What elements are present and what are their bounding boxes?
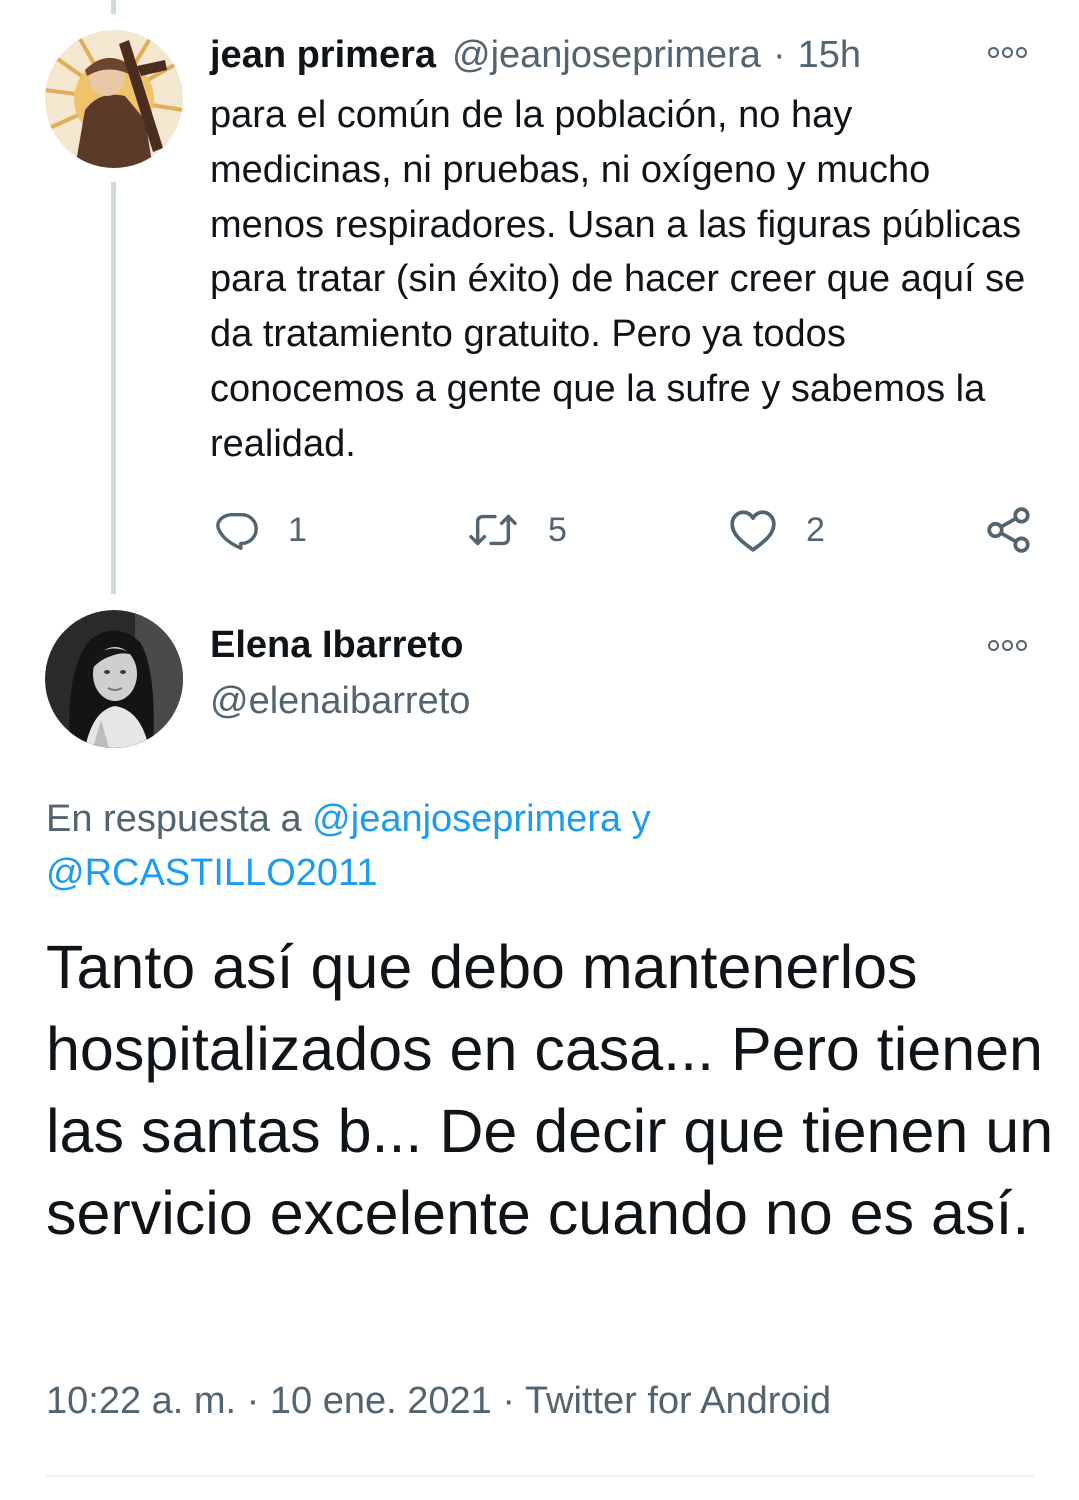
thread-line-top [111,0,116,14]
parent-tweet-header: jean primera @jeanjoseprimera · 15h [210,30,861,80]
share-button[interactable] [984,500,1034,560]
like-icon [730,510,776,552]
like-count: 2 [806,510,825,549]
share-icon [987,507,1030,553]
retweet-count: 5 [548,510,567,549]
divider [46,1475,1034,1477]
meta-separator: · [236,1380,270,1422]
mention-link[interactable]: @jeanjoseprimera [312,798,621,840]
reply-count: 1 [288,510,307,549]
mention-link[interactable]: @RCASTILLO2011 [46,852,377,894]
parent-tweet-text: para el común de la población, no hay me… [210,94,1026,465]
main-display-name[interactable]: Elena Ibarreto [210,624,463,667]
parent-action-bar: 1 5 2 [210,500,1040,560]
meta-separator: · [491,1380,525,1422]
retweet-button[interactable]: 5 [466,500,567,560]
parent-more-icon[interactable] [988,47,1027,58]
retweet-icon [469,514,517,546]
tweet-time[interactable]: 10:22 a. m. [46,1380,236,1422]
replying-to: En respuesta a @jeanjoseprimera y @RCAST… [46,792,1046,900]
reply-button[interactable]: 1 [214,500,307,560]
tweet-source[interactable]: Twitter for Android [525,1380,831,1422]
main-handle[interactable]: @elenaibarreto [210,680,470,723]
mention-conjunction[interactable]: y [621,798,651,840]
main-more-icon[interactable] [988,640,1027,651]
like-button[interactable]: 2 [728,500,825,560]
main-avatar[interactable] [45,610,183,748]
parent-timestamp[interactable]: 15h [798,34,861,77]
tweet-metadata: 10:22 a. m. · 10 ene. 2021 · Twitter for… [46,1380,831,1423]
main-tweet-text: Tanto así que debo mantenerlos hospitali… [46,933,1054,1247]
parent-handle[interactable]: @jeanjoseprimera [452,34,761,77]
parent-display-name[interactable]: jean primera [210,34,436,77]
tweet-date[interactable]: 10 ene. 2021 [270,1380,492,1422]
reply-icon [216,512,258,550]
header-separator: · [772,33,786,76]
thread-line [111,182,116,594]
parent-avatar[interactable] [45,30,183,168]
reply-prefix: En respuesta a [46,798,313,840]
